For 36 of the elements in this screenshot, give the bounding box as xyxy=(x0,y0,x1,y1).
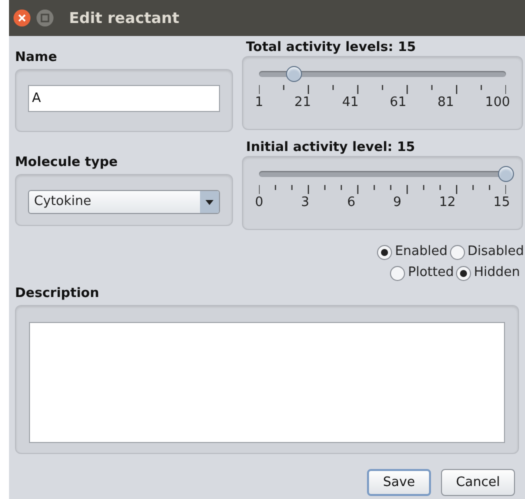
tick-label: 21 xyxy=(294,95,311,111)
tick-label: 61 xyxy=(390,95,406,111)
tick-label: 0 xyxy=(255,195,264,211)
section-label: Initial activity level: 15 xyxy=(246,140,416,156)
tick-label: 12 xyxy=(439,195,456,211)
tick-label: 100 xyxy=(485,95,510,111)
dialog-button[interactable]: Save xyxy=(367,469,431,496)
tick-label: 1 xyxy=(255,95,264,111)
maximize-icon[interactable] xyxy=(36,9,54,27)
window-title: Edit reactant xyxy=(69,8,180,29)
tick-label: 3 xyxy=(301,195,310,211)
caret-icon[interactable] xyxy=(200,191,219,213)
radio-option[interactable]: Hidden xyxy=(456,265,520,281)
slider-thumb[interactable] xyxy=(498,166,514,182)
close-icon[interactable] xyxy=(13,9,31,27)
tick-label: 41 xyxy=(342,95,359,111)
radio-button[interactable] xyxy=(376,244,392,260)
radio-option[interactable]: Plotted xyxy=(390,265,454,281)
description-field[interactable] xyxy=(29,322,505,443)
section-label: Total activity levels: 15 xyxy=(246,40,417,56)
molecule-type-dropdown[interactable]: Cytokine xyxy=(28,190,220,214)
tick-label: 15 xyxy=(493,195,510,211)
tick-label: 9 xyxy=(393,195,402,211)
slider-thumb[interactable] xyxy=(286,66,302,82)
section-label: Description xyxy=(15,286,100,302)
tick-label: 6 xyxy=(347,195,356,211)
dialog-button[interactable]: Cancel xyxy=(440,469,515,496)
radio-button[interactable] xyxy=(450,244,465,260)
radio-button[interactable] xyxy=(390,266,405,280)
name-field[interactable]: A xyxy=(28,85,220,112)
radio-option[interactable]: Enabled xyxy=(376,244,448,260)
section-label: Name xyxy=(15,50,58,66)
tick-label: 81 xyxy=(437,95,454,111)
section-label: Molecule type xyxy=(15,155,119,171)
radio-option[interactable]: Disabled xyxy=(450,244,524,260)
radio-button[interactable] xyxy=(456,266,471,280)
